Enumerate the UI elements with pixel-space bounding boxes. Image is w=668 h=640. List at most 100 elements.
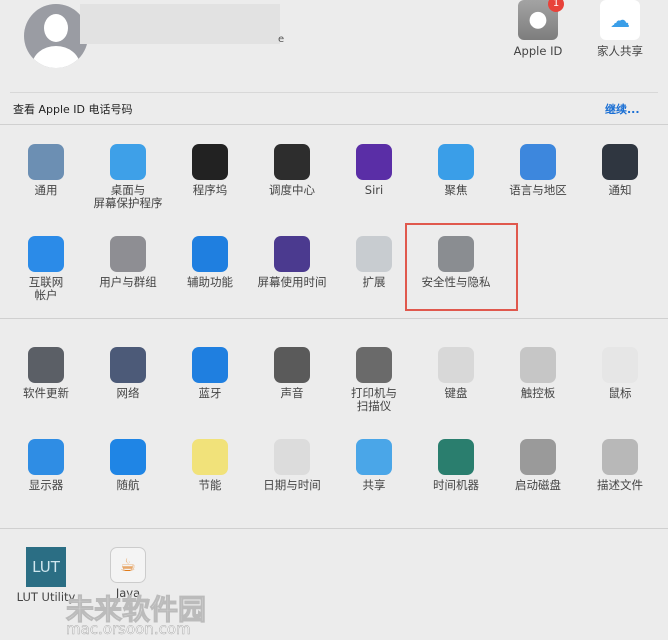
software-update-icon <box>28 347 64 383</box>
pref-label: 共享 <box>362 478 386 492</box>
account-name: e <box>278 34 285 45</box>
pref-software-update[interactable]: 软件更新 <box>5 347 87 400</box>
pref-date-time[interactable]: 日期与时间 <box>251 439 333 492</box>
pref-mission-control[interactable]: 调度中心 <box>251 144 333 197</box>
pref-printers[interactable]: 打印机与 扫描仪 <box>333 347 415 413</box>
pref-screen-time[interactable]: 屏幕使用时间 <box>251 236 333 289</box>
pref-label: 触控板 <box>520 386 556 400</box>
pref-label: 时间机器 <box>433 478 479 492</box>
pref-label: 互联网 帐户 <box>28 275 64 302</box>
siri-icon <box>356 144 392 180</box>
family-sharing-icon: ☁ <box>600 0 640 40</box>
screen-time-icon <box>274 236 310 272</box>
pref-keyboard[interactable]: 键盘 <box>415 347 497 400</box>
divider <box>10 92 658 93</box>
pref-label: 键盘 <box>444 386 468 400</box>
continue-link[interactable]: 继续... <box>605 101 640 117</box>
pref-label: 鼠标 <box>608 386 632 400</box>
sound-icon <box>274 347 310 383</box>
pref-sidecar[interactable]: 随航 <box>87 439 169 492</box>
pref-users-groups[interactable]: 用户与群组 <box>87 236 169 289</box>
network-icon <box>110 347 146 383</box>
pref-spotlight[interactable]: 聚焦 <box>415 144 497 197</box>
energy-saver-icon <box>192 439 228 475</box>
pref-label: 软件更新 <box>23 386 69 400</box>
keyboard-icon <box>438 347 474 383</box>
pref-label: 用户与群组 <box>99 275 157 289</box>
pref-label: 随航 <box>116 478 140 492</box>
highlight-box <box>405 223 518 311</box>
family-sharing-button[interactable]: ☁ 家人共享 <box>579 0 661 58</box>
mouse-icon <box>602 347 638 383</box>
date-time-icon <box>274 439 310 475</box>
notice-text: 查看 Apple ID 电话号码 <box>13 103 133 116</box>
printers-icon <box>356 347 392 383</box>
pref-bluetooth[interactable]: 蓝牙 <box>169 347 251 400</box>
extensions-icon <box>356 236 392 272</box>
spotlight-icon <box>438 144 474 180</box>
pref-label: 描述文件 <box>597 478 643 492</box>
pref-label: 通用 <box>34 183 58 197</box>
section-divider <box>0 528 668 529</box>
pref-label: 声音 <box>280 386 304 400</box>
pref-displays[interactable]: 显示器 <box>5 439 87 492</box>
pref-label: 蓝牙 <box>198 386 222 400</box>
pref-time-machine[interactable]: 时间机器 <box>415 439 497 492</box>
time-machine-icon <box>438 439 474 475</box>
notifications-icon <box>602 144 638 180</box>
pref-label: 辅助功能 <box>187 275 233 289</box>
java-icon: ☕ <box>110 547 146 583</box>
pref-dock[interactable]: 程序坞 <box>169 144 251 197</box>
mission-control-icon <box>274 144 310 180</box>
pref-sharing[interactable]: 共享 <box>333 439 415 492</box>
apple-id-button[interactable]: ● 1 Apple ID <box>497 0 579 58</box>
profiles-icon <box>602 439 638 475</box>
pref-label: 调度中心 <box>269 183 315 197</box>
displays-icon <box>28 439 64 475</box>
pref-trackpad[interactable]: 触控板 <box>497 347 579 400</box>
pref-internet-accounts[interactable]: 互联网 帐户 <box>5 236 87 302</box>
user-avatar[interactable] <box>24 4 88 68</box>
section-divider <box>0 124 668 125</box>
users-groups-icon <box>110 236 146 272</box>
pref-mouse[interactable]: 鼠标 <box>579 347 661 400</box>
pref-label: 启动磁盘 <box>515 478 561 492</box>
pref-siri[interactable]: Siri <box>333 144 415 197</box>
pref-label: 桌面与 屏幕保护程序 <box>93 183 163 210</box>
pref-label: Siri <box>364 183 384 197</box>
pref-label: 日期与时间 <box>263 478 321 492</box>
pref-notifications[interactable]: 通知 <box>579 144 661 197</box>
pref-energy-saver[interactable]: 节能 <box>169 439 251 492</box>
pref-label: 网络 <box>116 386 140 400</box>
sidecar-icon <box>110 439 146 475</box>
pref-label: 聚焦 <box>444 183 468 197</box>
bluetooth-icon <box>192 347 228 383</box>
desktop-icon <box>110 144 146 180</box>
pref-label: 显示器 <box>28 478 64 492</box>
sharing-icon <box>356 439 392 475</box>
pref-sound[interactable]: 声音 <box>251 347 333 400</box>
pref-label: 节能 <box>198 478 222 492</box>
pref-label: 通知 <box>608 183 632 197</box>
pref-label: 打印机与 扫描仪 <box>351 386 397 413</box>
pref-profiles[interactable]: 描述文件 <box>579 439 661 492</box>
pref-general[interactable]: 通用 <box>5 144 87 197</box>
pref-startup-disk[interactable]: 启动磁盘 <box>497 439 579 492</box>
notification-badge: 1 <box>548 0 564 12</box>
pref-language-region[interactable]: 语言与地区 <box>497 144 579 197</box>
apple-id-label: Apple ID <box>513 44 563 58</box>
internet-accounts-icon <box>28 236 64 272</box>
startup-disk-icon <box>520 439 556 475</box>
pref-desktop[interactable]: 桌面与 屏幕保护程序 <box>87 144 169 210</box>
pref-label: 屏幕使用时间 <box>257 275 327 289</box>
pref-extensions[interactable]: 扩展 <box>333 236 415 289</box>
accessibility-icon <box>192 236 228 272</box>
pref-accessibility[interactable]: 辅助功能 <box>169 236 251 289</box>
general-icon <box>28 144 64 180</box>
pref-network[interactable]: 网络 <box>87 347 169 400</box>
pref-label: 语言与地区 <box>509 183 567 197</box>
dock-icon <box>192 144 228 180</box>
language-region-icon <box>520 144 556 180</box>
redacted-name <box>80 4 280 44</box>
pref-label: 程序坞 <box>192 183 228 197</box>
